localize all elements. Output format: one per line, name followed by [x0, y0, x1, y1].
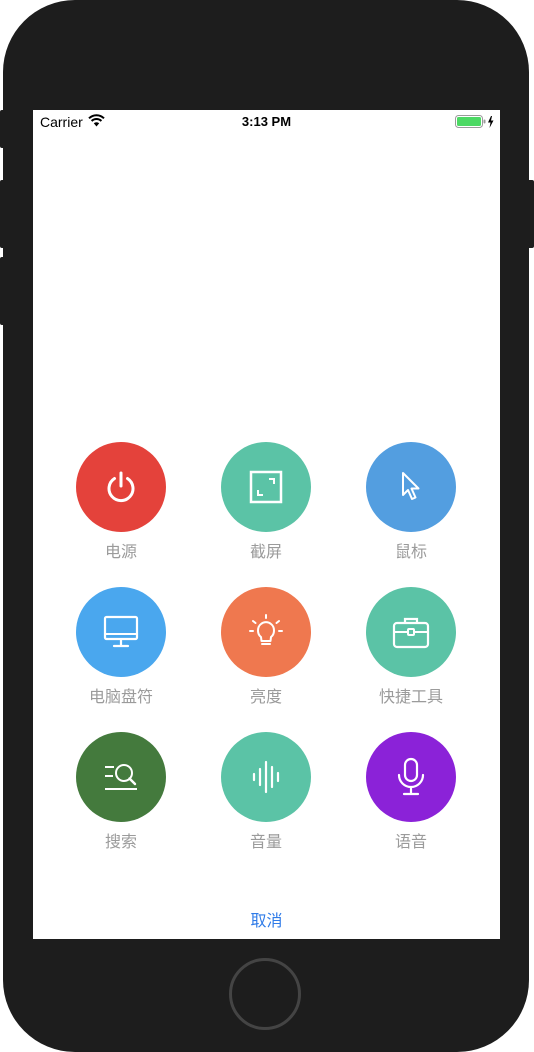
cursor-icon — [402, 472, 420, 500]
menu-item-label: 鼠标 — [394, 542, 427, 561]
screenshot-icon — [249, 470, 283, 504]
lightbulb-icon — [249, 614, 283, 645]
power-icon — [107, 471, 135, 503]
power-side-button — [528, 180, 534, 248]
silent-switch — [0, 110, 5, 148]
menu-item-label: 快捷工具 — [378, 687, 443, 706]
microphone-icon — [397, 757, 425, 796]
menu-item-volume[interactable]: 音量 — [201, 732, 331, 852]
volume-down-button — [0, 257, 5, 325]
drive-button[interactable] — [76, 587, 166, 677]
search-icon — [105, 764, 137, 790]
menu-item-voice[interactable]: 语音 — [346, 732, 476, 852]
cancel-button[interactable]: 取消 — [33, 907, 500, 931]
status-bar: Carrier 3:13 PM — [33, 110, 500, 134]
menu-item-label: 搜索 — [104, 832, 137, 851]
search-button[interactable] — [76, 732, 166, 822]
menu-item-label: 语音 — [394, 832, 427, 851]
brightness-button[interactable] — [221, 587, 311, 677]
voice-button[interactable] — [366, 732, 456, 822]
volume-up-button — [0, 180, 5, 248]
menu-item-search[interactable]: 搜索 — [56, 732, 186, 852]
menu-item-brightness[interactable]: 亮度 — [201, 587, 331, 707]
mouse-button[interactable] — [366, 442, 456, 532]
volume-button[interactable] — [221, 732, 311, 822]
menu-item-label: 电源 — [104, 542, 137, 561]
power-button[interactable] — [76, 442, 166, 532]
menu-item-power[interactable]: 电源 — [56, 442, 186, 562]
menu-item-mouse[interactable]: 鼠标 — [346, 442, 476, 562]
volume-icon — [252, 760, 280, 794]
tools-button[interactable] — [366, 587, 456, 677]
toolbox-icon — [392, 617, 430, 649]
status-time: 3:13 PM — [241, 114, 292, 129]
screenshot-button[interactable] — [221, 442, 311, 532]
menu-item-tools[interactable]: 快捷工具 — [346, 587, 476, 707]
menu-item-label: 电脑盘符 — [88, 687, 153, 706]
screen: Carrier 3:13 PM 电源 截屏 鼠标 电脑盘符 亮度 快捷工具 搜索… — [33, 110, 500, 939]
menu-item-screenshot[interactable]: 截屏 — [201, 442, 331, 562]
menu-item-drive[interactable]: 电脑盘符 — [56, 587, 186, 707]
menu-item-label: 截屏 — [249, 542, 282, 561]
monitor-icon — [103, 615, 139, 648]
home-button[interactable] — [229, 958, 301, 1030]
battery-icon — [455, 115, 495, 133]
menu-item-label: 亮度 — [249, 687, 282, 706]
menu-item-label: 音量 — [249, 832, 282, 851]
